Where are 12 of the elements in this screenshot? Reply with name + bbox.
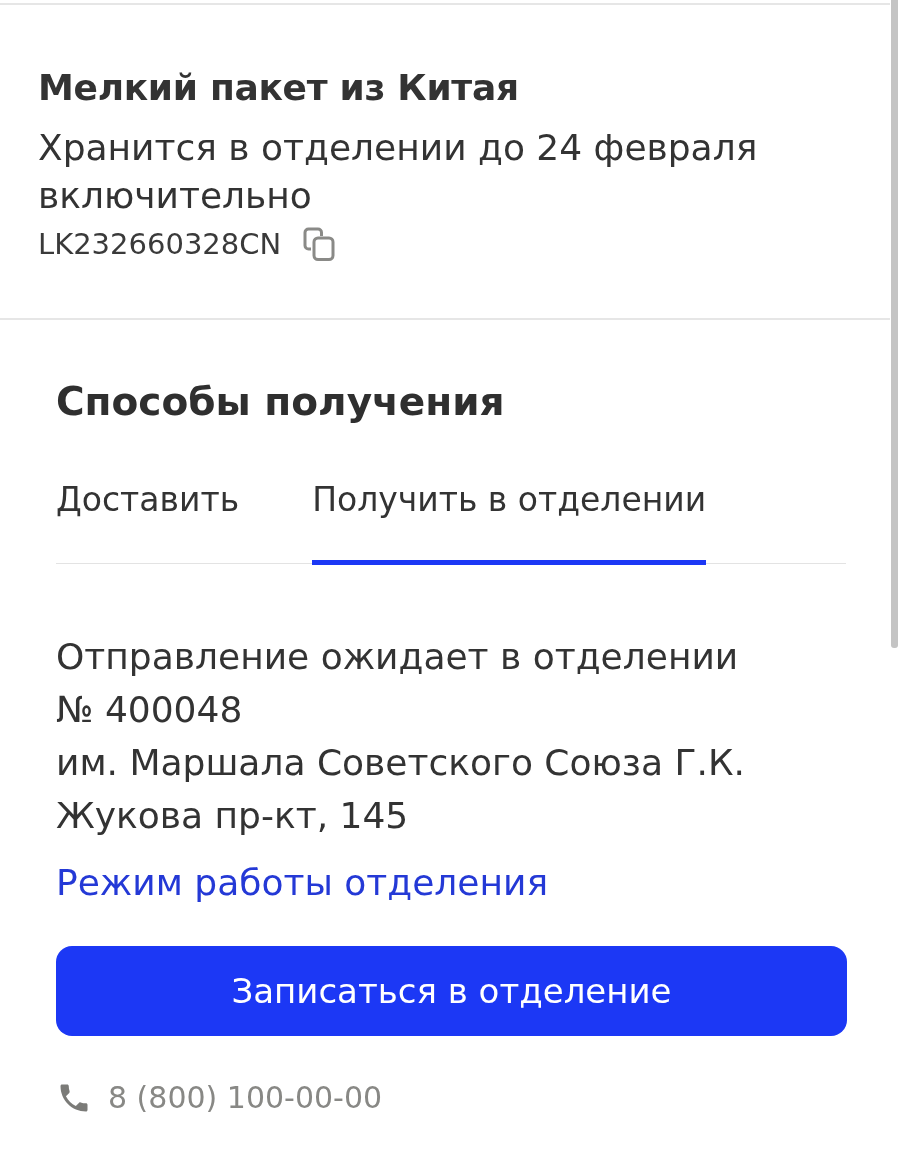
office-hours-link[interactable]: Режим работы отделения xyxy=(56,862,549,903)
office-address: им. Маршала Советского Союза Г.К. Жукова пр-кт, 145 xyxy=(56,741,746,838)
phone-number[interactable]: 8 (800) 100-00-00 xyxy=(108,1080,383,1116)
copy-icon[interactable] xyxy=(303,227,336,261)
tab[interactable]: Доставить xyxy=(56,480,240,565)
section-heading: Способы получения xyxy=(56,378,506,426)
package-title: Мелкий пакет из Китая xyxy=(38,66,520,110)
tab[interactable]: Получить в отделении xyxy=(312,480,707,565)
tracking-number: LK232660328CN xyxy=(38,227,282,261)
storage-note: Хранится в отделении до 24 февраля включительно xyxy=(38,126,759,218)
scrollbar-thumb[interactable] xyxy=(891,0,898,648)
book-appointment-button[interactable]: Записаться в отделение xyxy=(56,946,847,1036)
